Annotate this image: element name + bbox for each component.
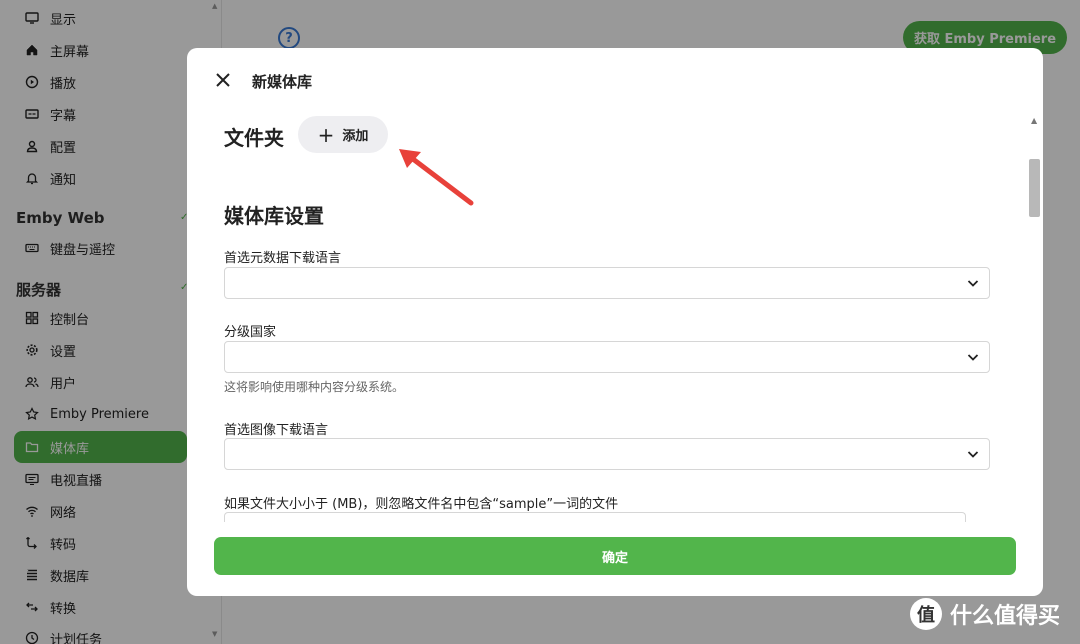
chevron-down-icon: [967, 354, 979, 361]
sample-size-input[interactable]: [224, 512, 966, 522]
folders-heading: 文件夹: [224, 126, 284, 150]
watermark-logo: 值: [910, 598, 942, 630]
dialog-scroll-up-icon[interactable]: ▲: [1031, 116, 1037, 125]
image-language-label: 首选图像下载语言: [224, 423, 329, 438]
library-settings-heading: 媒体库设置: [224, 204, 324, 228]
watermark-text: 什么值得买: [950, 604, 1061, 629]
annotation-arrow-icon: [399, 149, 474, 206]
watermark: 值 什么值得买: [910, 598, 1060, 630]
rating-country-hint: 这将影响使用哪种内容分级系统。: [224, 380, 405, 394]
sample-size-label: 如果文件大小小于 (MB)，则忽略文件名中包含“sample”一词的文件: [224, 497, 619, 512]
chevron-down-icon: [967, 451, 979, 458]
new-library-dialog: 新媒体库 文件夹 + 添加 媒体库设置 首选元数据下载语言 分级国家 这将影响使…: [187, 48, 1043, 596]
metadata-language-label: 首选元数据下载语言: [224, 251, 342, 266]
rating-country-label: 分级国家: [224, 325, 277, 340]
dialog-scrollbar[interactable]: [1029, 159, 1040, 217]
dialog-title: 新媒体库: [252, 73, 313, 91]
image-language-select[interactable]: [224, 438, 990, 470]
rating-country-select[interactable]: [224, 341, 990, 373]
plus-icon: +: [317, 122, 335, 147]
add-folder-button[interactable]: + 添加: [298, 116, 388, 153]
confirm-button[interactable]: 确定: [214, 537, 1016, 575]
close-icon[interactable]: [213, 70, 233, 90]
metadata-language-select[interactable]: [224, 267, 990, 299]
add-button-label: 添加: [342, 129, 369, 144]
chevron-down-icon: [967, 280, 979, 287]
